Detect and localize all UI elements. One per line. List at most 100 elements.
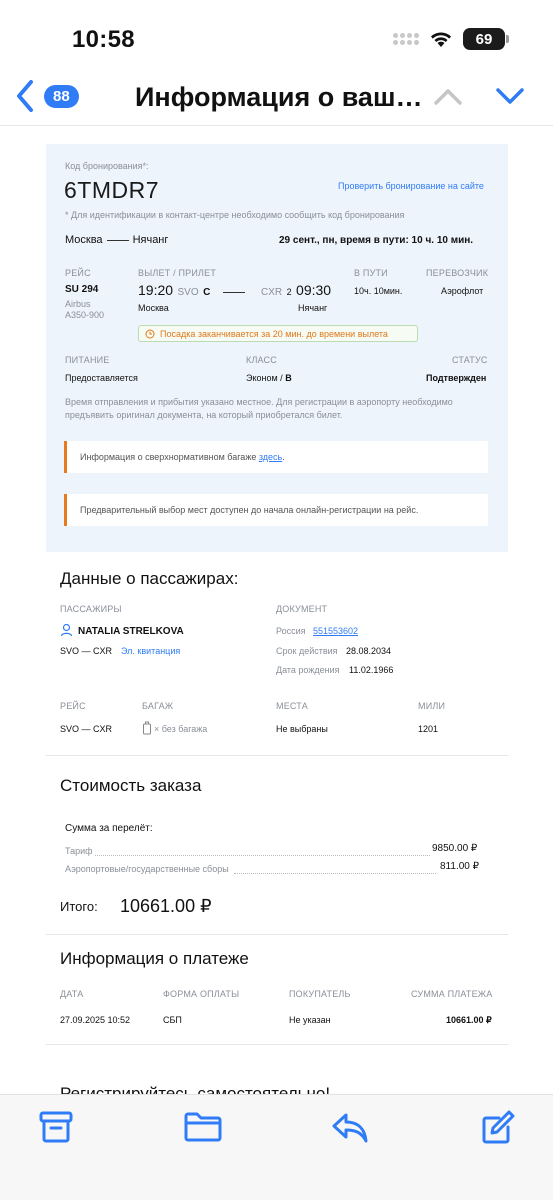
divider-3 [46,1044,508,1045]
passenger-route: SVO — CXR [60,646,113,656]
bottom-toolbar [0,1094,553,1200]
baggage-note: Информация о сверхнормативном багаже зде… [64,441,488,473]
col-form: ФОРМА ОПЛАТЫ [163,989,240,999]
date-info: 29 сент., пн, время в пути: 10 ч. 10 мин… [279,235,474,246]
departure: 19:20 SVO C [138,282,210,300]
cost-title: Стоимость заказа [60,776,202,795]
tariff-leader [95,855,430,856]
folder-icon[interactable] [183,1109,223,1145]
chevron-up-icon[interactable] [432,84,464,108]
arr-city: Нячанг [298,303,328,313]
col-meal: ПИТАНИЕ [65,355,110,365]
person-icon [60,623,73,637]
col-status: СТАТУС [452,355,488,365]
col-sum: СУММА ПЛАТЕЖА [411,989,493,999]
total-label: Итого: [60,899,98,914]
aircraft-2: A350-900 [65,310,105,320]
flight-number: SU 294 [65,284,99,295]
boarding-warning-text: Посадка заканчивается за 20 мин. до врем… [160,328,388,339]
reply-icon[interactable] [330,1109,370,1145]
booking-card: Код бронирования*: 6TMDR7 Проверить брон… [46,144,508,552]
arrival: CXR 2 09:30 [261,282,331,300]
col-seats: МЕСТА [276,701,308,711]
arr-time: 09:30 [296,282,332,298]
doc-country: Россия [276,626,306,636]
birth-label: Дата рождения [276,665,340,675]
payment-sum: 10661.00 ₽ [446,1015,492,1025]
aircraft-1: Airbus [65,299,91,309]
payment-date: 27.09.2025 10:52 [60,1015,131,1025]
col-dep-arr: ВЫЛЕТ / ПРИЛЕТ [138,268,217,278]
payment-buyer: Не указан [289,1015,331,1025]
passengers-title: Данные о пассажирах: [60,569,239,588]
to-city: Нячанг [132,234,169,246]
col-passengers: ПАССАЖИРЫ [60,604,122,614]
total-value: 10661.00 ₽ [120,896,212,916]
carrier: Аэрофлот [441,286,484,296]
divider-2 [46,934,508,935]
doc-number[interactable]: 551553602 [313,626,358,636]
time-note-2: предъявить оригинал документа, на которы… [65,410,343,420]
page-title: Информация о ваш… [135,82,423,112]
email-content: Код бронирования*: 6TMDR7 Проверить брон… [0,126,553,1094]
boarding-warning: Посадка заканчивается за 20 мин. до врем… [138,325,418,342]
flight-route: SVO — CXR [60,724,113,734]
check-booking-link[interactable]: Проверить бронирование на сайте [338,181,484,191]
fees-value: 811.00 ₽ [440,861,479,872]
clock-icon [145,329,155,338]
seats-note: Предварительный выбор мест доступен до н… [64,494,488,526]
luggage-icon [143,721,151,735]
cost-subtitle: Сумма за перелёт: [65,823,153,834]
footer-partial-title: Регистрируйтесь самостоятельно! [60,1084,331,1094]
unread-count-badge: 88 [44,84,79,108]
chevron-down-icon[interactable] [494,84,526,108]
status-value: Подтвержден [426,373,487,383]
pnr-label: Код бронирования*: [65,161,149,171]
route-cities: Москва Нячанг [65,234,168,246]
time-note-1: Время отправления и прибытия указано мес… [65,397,453,407]
baggage-link[interactable]: здесь [259,452,282,462]
flight-line [223,292,245,293]
col-document: ДОКУМЕНТ [276,604,328,614]
col-flight: РЕЙС [65,268,91,278]
divider-1 [46,755,508,756]
baggage-note-text: Информация о сверхнормативном багаже [80,452,257,462]
status-icons: 69 [393,28,509,50]
passenger-name: NATALIA STRELKOVA [78,626,184,637]
fees-label: Аэропортовые/государственные сборы [65,864,229,874]
tariff-label: Тариф [65,846,93,856]
payment-form: СБП [163,1015,182,1025]
compose-icon[interactable] [480,1109,516,1145]
route-dash [106,239,129,241]
seats-value: Не выбраны [276,724,328,734]
pnr-code: 6TMDR7 [64,177,160,203]
back-button[interactable]: 88 [14,78,79,114]
tariff-value: 9850.00 ₽ [432,843,478,854]
payment-title: Информация о платеже [60,949,249,968]
col-baggage: БАГАЖ [142,701,174,711]
archive-icon[interactable] [38,1109,74,1145]
fees-leader [234,873,436,874]
miles-value: 1201 [418,724,439,734]
nav-bar: 88 Информация о ваш… [0,72,553,126]
col-buyer: ПОКУПАТЕЛЬ [289,989,351,999]
col-class: КЛАСС [246,355,277,365]
chevron-left-icon [17,80,33,112]
baggage-note-end: . [282,452,285,462]
arr-code: CXR [261,287,283,298]
dep-time: 19:20 [138,282,174,298]
col-flight-2: РЕЙС [60,701,86,711]
birth-value: 11.02.1966 [349,665,394,675]
baggage-value: × без багажа [154,724,208,734]
battery-icon: 69 [463,28,509,50]
col-duration: В ПУТИ [354,268,388,278]
cellular-signal-icon [393,33,419,45]
validity-value: 28.08.2034 [346,646,392,656]
col-date: ДАТА [60,989,84,999]
duration: 10ч. 10мин. [354,286,403,296]
status-bar: 10:58 69 [0,0,553,72]
arr-terminal: 2 [286,287,292,297]
from-city: Москва [65,234,103,246]
e-ticket-link[interactable]: Эл. квитанция [121,646,180,656]
col-miles: МИЛИ [418,701,446,711]
